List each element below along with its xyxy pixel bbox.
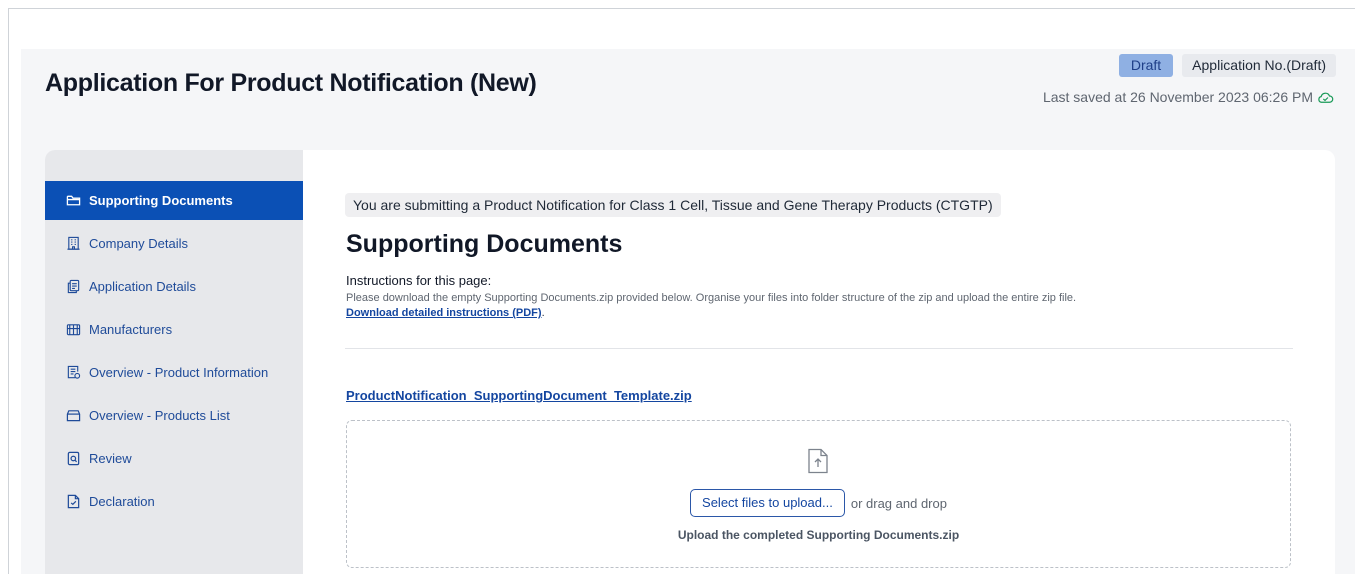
sidebar-item-company-details[interactable]: Company Details bbox=[45, 224, 303, 263]
file-dropzone[interactable]: Select files to upload... or drag and dr… bbox=[346, 420, 1291, 568]
sidebar: Supporting Documents Company Details App… bbox=[45, 150, 303, 574]
template-zip-link[interactable]: ProductNotification_SupportingDocument_T… bbox=[346, 388, 692, 403]
application-page: Application For Product Notification (Ne… bbox=[21, 49, 1355, 574]
document-check-icon bbox=[66, 494, 81, 509]
upload-caption: Upload the completed Supporting Document… bbox=[677, 528, 960, 542]
sidebar-item-label: Review bbox=[89, 451, 132, 466]
instructions-text: Please download the empty Supporting Doc… bbox=[346, 292, 1077, 304]
cloud-check-icon bbox=[1317, 91, 1334, 104]
application-card: Supporting Documents Company Details App… bbox=[45, 150, 1335, 574]
sidebar-item-application-details[interactable]: Application Details bbox=[45, 267, 303, 306]
select-files-button[interactable]: Select files to upload... bbox=[690, 489, 845, 517]
sidebar-nav: Supporting Documents Company Details App… bbox=[45, 181, 303, 525]
sidebar-item-label: Manufacturers bbox=[89, 322, 173, 337]
page-title: Application For Product Notification (Ne… bbox=[45, 69, 537, 97]
sidebar-item-supporting-documents[interactable]: Supporting Documents bbox=[45, 181, 303, 220]
upload-row: Select files to upload... or drag and dr… bbox=[347, 489, 1290, 517]
instructions-link-row: Download detailed instructions (PDF). bbox=[346, 307, 545, 319]
main-content: You are submitting a Product Notificatio… bbox=[345, 150, 1293, 574]
sidebar-item-overview-product-information[interactable]: Overview - Product Information bbox=[45, 353, 303, 392]
product-info-icon bbox=[66, 365, 81, 380]
download-instructions-link[interactable]: Download detailed instructions (PDF) bbox=[346, 307, 542, 319]
documents-icon bbox=[66, 279, 81, 294]
sidebar-item-label: Declaration bbox=[89, 494, 155, 509]
status-badge: Draft bbox=[1118, 54, 1174, 77]
submission-notice: You are submitting a Product Notificatio… bbox=[345, 193, 1001, 217]
instructions-heading: Instructions for this page: bbox=[346, 273, 492, 288]
last-saved-text: Last saved at 26 November 2023 06:26 PM bbox=[1042, 89, 1313, 105]
sidebar-item-label: Company Details bbox=[89, 236, 188, 251]
last-saved-indicator: Last saved at 26 November 2023 06:26 PM bbox=[1043, 89, 1334, 105]
sidebar-item-declaration[interactable]: Declaration bbox=[45, 482, 303, 521]
sidebar-item-overview-products-list[interactable]: Overview - Products List bbox=[45, 396, 303, 435]
divider bbox=[345, 348, 1293, 349]
template-zip-row: ProductNotification_SupportingDocument_T… bbox=[346, 388, 692, 403]
drag-drop-text: or drag and drop bbox=[850, 495, 947, 511]
sidebar-item-manufacturers[interactable]: Manufacturers bbox=[45, 310, 303, 349]
sidebar-item-label: Overview - Product Information bbox=[89, 365, 269, 380]
window-top-border bbox=[8, 8, 1355, 9]
document-search-icon bbox=[66, 451, 81, 466]
box-icon bbox=[66, 408, 81, 423]
application-number-badge: Application No.(Draft) bbox=[1182, 54, 1336, 77]
folder-icon bbox=[66, 193, 81, 208]
file-upload-icon bbox=[807, 448, 829, 474]
building-icon bbox=[66, 236, 81, 251]
factory-icon bbox=[66, 322, 81, 337]
instructions-link-suffix: . bbox=[541, 307, 545, 319]
sidebar-item-label: Supporting Documents bbox=[89, 193, 233, 208]
window-left-border bbox=[8, 8, 9, 574]
section-title: Supporting Documents bbox=[346, 230, 623, 258]
sidebar-item-label: Application Details bbox=[89, 279, 196, 294]
sidebar-item-label: Overview - Products List bbox=[89, 408, 230, 423]
sidebar-item-review[interactable]: Review bbox=[45, 439, 303, 478]
status-row: Draft Application No.(Draft) bbox=[1118, 54, 1336, 77]
